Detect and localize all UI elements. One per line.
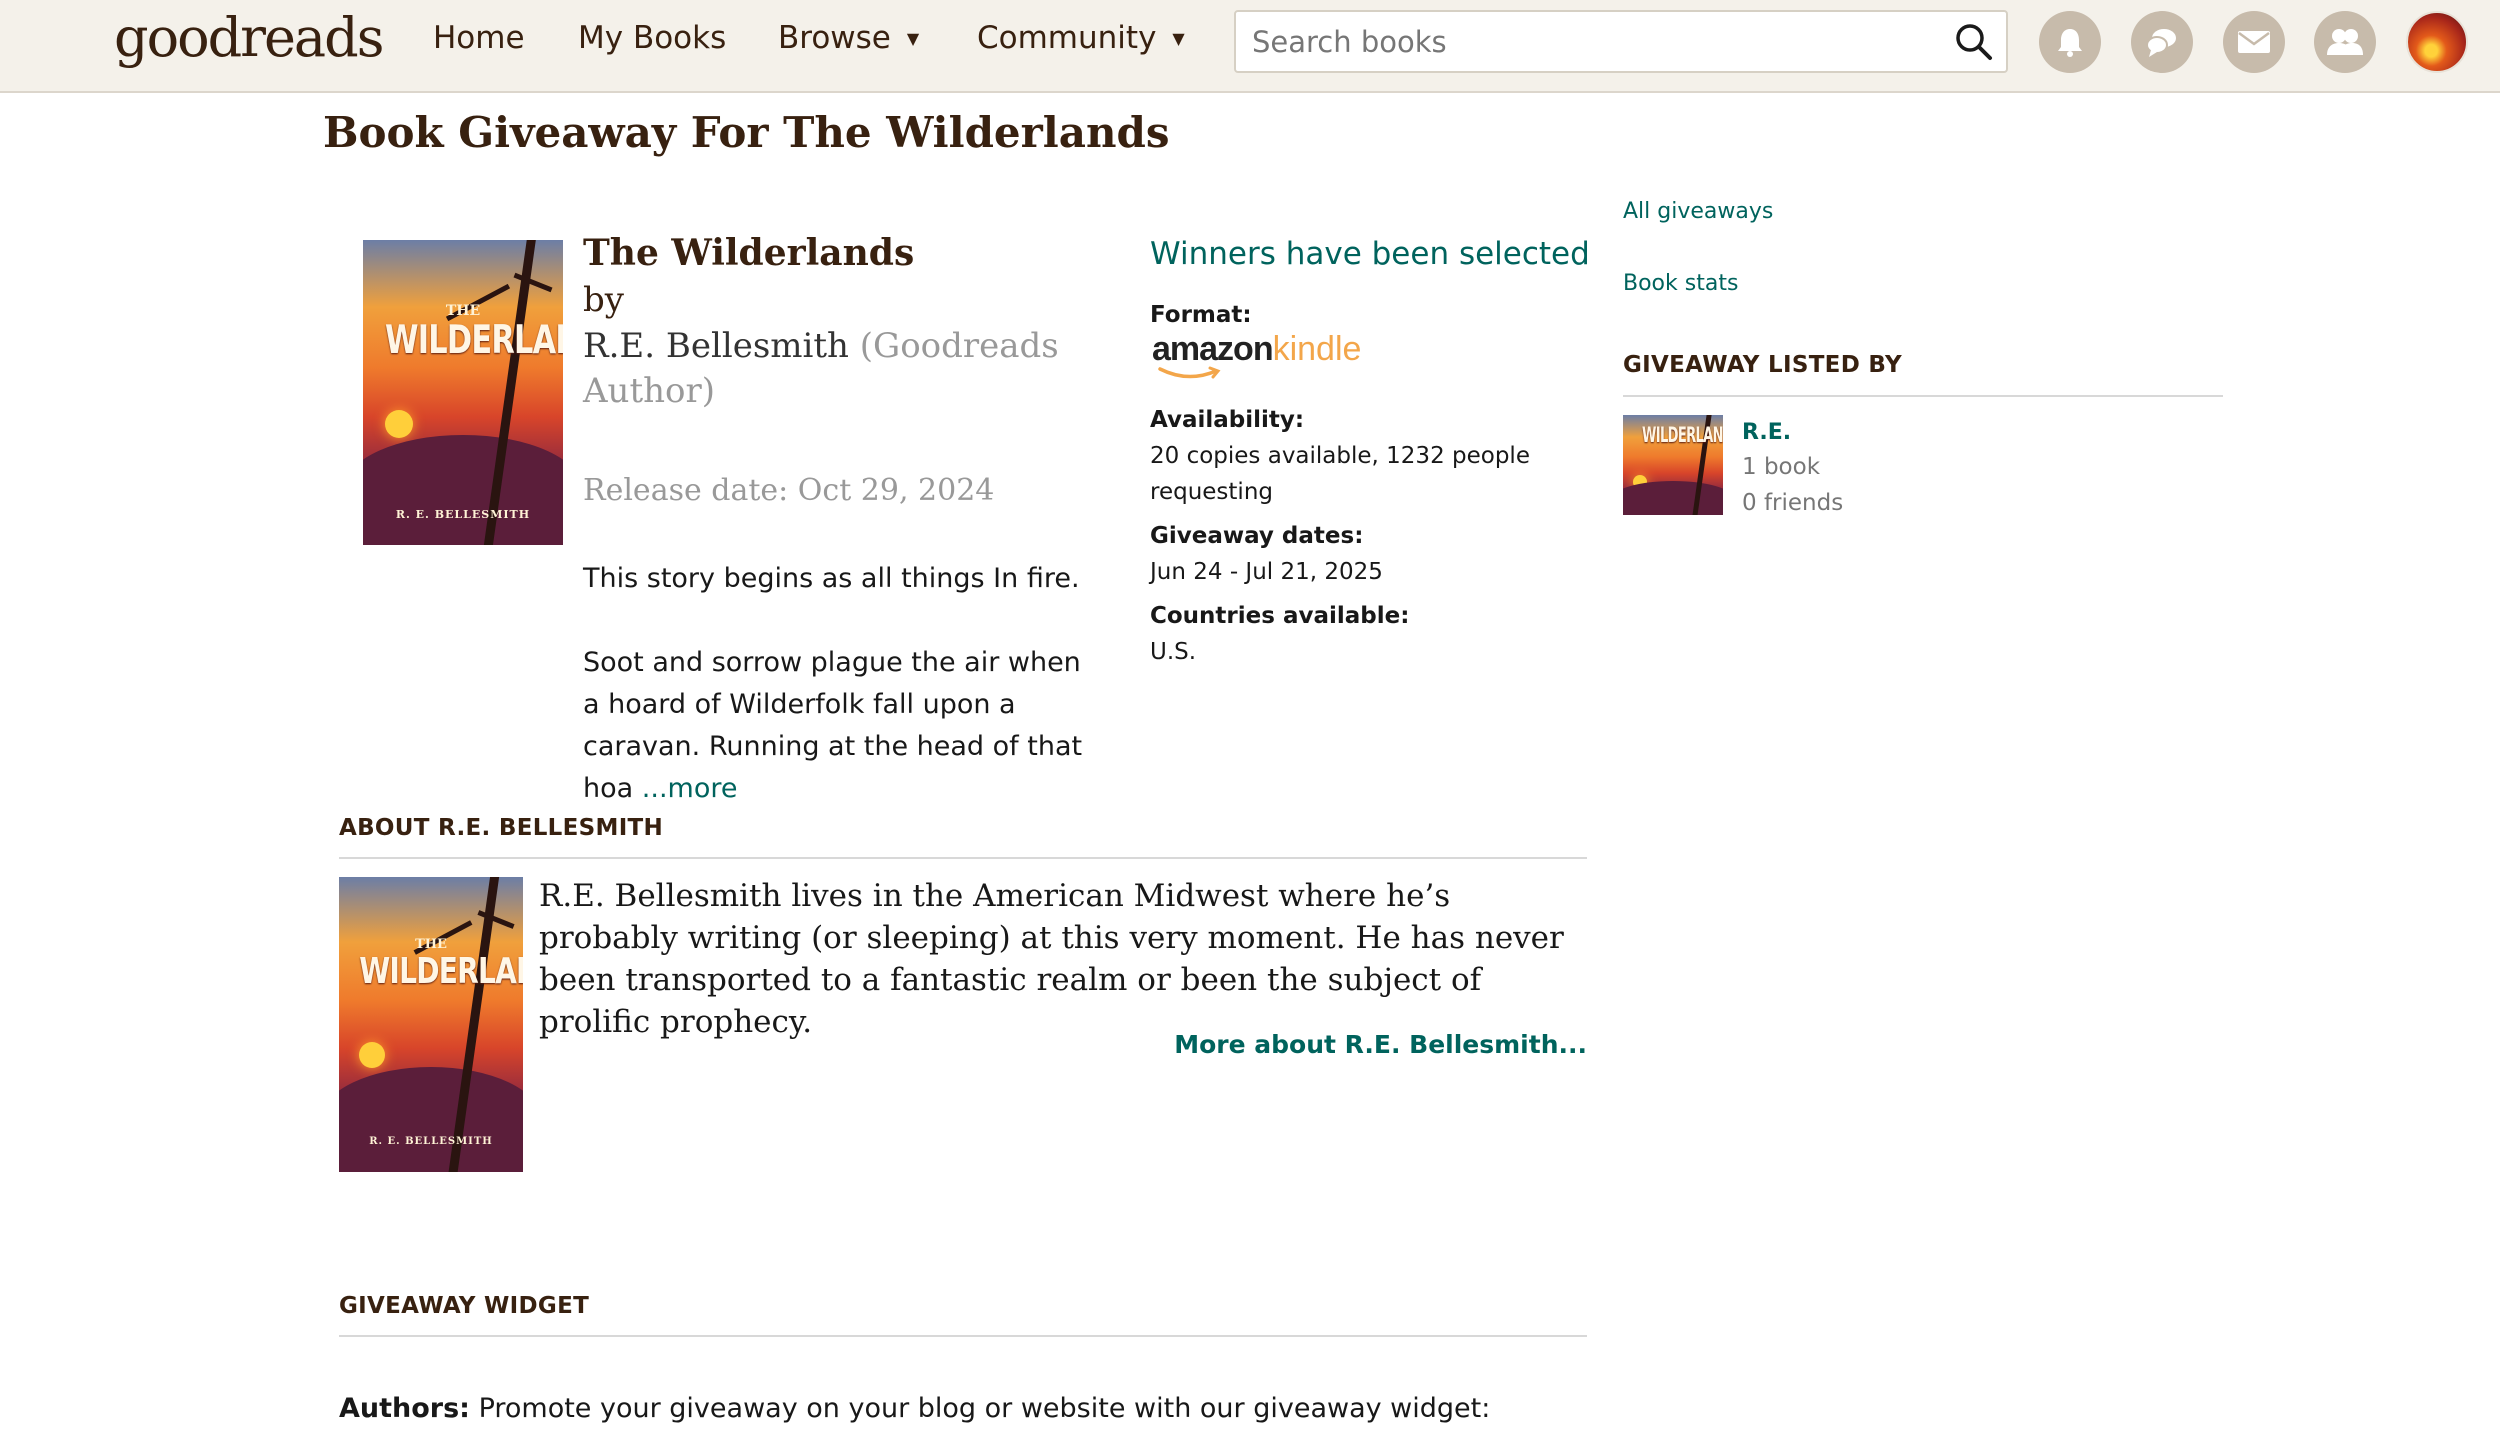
nav-community[interactable]: Community ▼ [977,20,1185,56]
book-title-link[interactable]: The Wilderlands [583,232,914,274]
author-photo[interactable]: THE WILDERLANDS R. E. BELLESMITH [339,877,523,1172]
friends-button[interactable] [2314,11,2376,73]
friends-icon [2327,29,2363,55]
lister-friend-count: 0 friends [1742,490,1844,516]
authors-label: Authors: [339,1393,470,1424]
discussion-icon [2146,29,2176,57]
author-line: R.E. Bellesmith (Goodreads Author) [583,324,1143,414]
search-button[interactable] [1946,14,2002,70]
caret-down-icon: ▼ [1172,28,1185,48]
cover-small-title: THE [445,303,481,319]
search-input[interactable] [1236,12,1946,71]
author-photo-big-title: WILDERLANDS [359,951,523,992]
lister-book-count: 1 book [1742,454,1821,480]
nav-community-label: Community [977,20,1157,56]
amazon-wordmark: amazon [1152,330,1274,368]
description-more-link[interactable]: ...more [642,773,738,804]
nav-browse-label: Browse [778,20,891,56]
availability-value: 20 copies available, 1232 people request… [1150,443,1530,505]
book-cover-image[interactable]: THE WILDERLANDS R. E. BELLESMITH [363,240,563,545]
about-author-heading: ABOUT R.E. BELLESMITH [339,815,664,841]
discussions-button[interactable] [2131,11,2193,73]
nav-home-label: Home [433,20,525,56]
widget-promo-text: Authors: Promote your giveaway on your b… [339,1393,1490,1424]
top-nav-bar: goodreads Home My Books Browse ▼ Communi… [0,0,2500,93]
envelope-icon [2238,31,2270,53]
page-title: Book Giveaway For The Wilderlands [323,108,1170,157]
countries-value: U.S. [1150,639,1197,665]
lister-name-link[interactable]: R.E. [1742,420,1791,445]
nav-my-books-label: My Books [578,20,727,56]
by-label: by [583,280,624,320]
lister-avatar-title: WILDERLANDS [1642,423,1723,447]
more-about-author-link[interactable]: More about R.E. Bellesmith... [1174,1030,1587,1059]
divider [1623,395,2223,397]
author-bio: R.E. Bellesmith lives in the American Mi… [539,878,1564,1040]
book-stats-link[interactable]: Book stats [1623,271,1738,296]
description-paragraph-1: This story begins as all things In fire. [583,563,1080,594]
search-box [1234,10,2008,73]
nav-browse[interactable]: Browse ▼ [778,20,919,56]
author-link[interactable]: R.E. Bellesmith [583,326,849,366]
giveaway-dates-label: Giveaway dates: [1150,523,1364,549]
kindle-wordmark: kindle [1272,330,1362,368]
widget-promo-body: Promote your giveaway on your blog or we… [469,1393,1491,1424]
divider [339,1335,1587,1337]
notifications-button[interactable] [2039,11,2101,73]
giveaway-dates-value: Jun 24 - Jul 21, 2025 [1150,559,1383,585]
bell-icon [2058,29,2082,57]
availability-label: Availability: [1150,407,1305,433]
format-label: Format: [1150,302,1252,328]
all-giveaways-link[interactable]: All giveaways [1623,199,1773,224]
goodreads-logo[interactable]: goodreads [114,6,384,69]
search-icon [1956,23,1992,60]
cover-big-title: WILDERLANDS [385,318,563,363]
amazon-smile-icon [1158,366,1221,379]
caret-down-icon: ▼ [906,28,920,48]
messages-button[interactable] [2223,11,2285,73]
release-date: Release date: Oct 29, 2024 [583,473,995,508]
winners-status: Winners have been selected [1150,236,1590,272]
lister-avatar[interactable]: WILDERLANDS [1623,415,1723,515]
nav-home[interactable]: Home [433,20,525,56]
giveaway-widget-heading: GIVEAWAY WIDGET [339,1293,590,1319]
author-photo-author: R. E. BELLESMITH [369,1136,493,1147]
description-paragraph-2: Soot and sorrow plague the air when a ho… [583,642,1103,810]
giveaway-listed-by-heading: GIVEAWAY LISTED BY [1623,352,1902,378]
nav-my-books[interactable]: My Books [578,20,726,56]
countries-label: Countries available: [1150,603,1410,629]
cover-author: R. E. BELLESMITH [395,508,531,521]
author-photo-small-title: THE [415,937,447,952]
divider [339,857,1587,859]
profile-avatar[interactable] [2406,11,2468,73]
